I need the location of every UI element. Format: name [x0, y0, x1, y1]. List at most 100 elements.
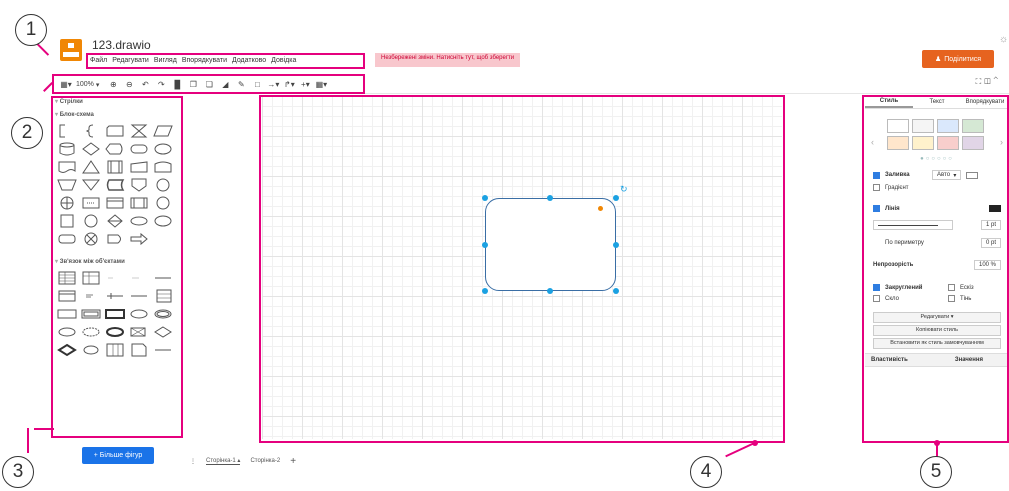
rotate-icon[interactable]: ↻	[620, 184, 628, 195]
er-label[interactable]	[81, 289, 101, 303]
er-one[interactable]	[105, 289, 125, 303]
swatch-blue[interactable]	[937, 119, 959, 133]
shape-parallelogram[interactable]	[153, 124, 173, 138]
resize-handle-s[interactable]	[547, 288, 553, 294]
line-pattern-select[interactable]	[873, 220, 953, 230]
shape-square[interactable]	[57, 214, 77, 228]
to-front-icon[interactable]: ❐	[187, 78, 199, 92]
fill-mode-select[interactable]: Авто ▾	[932, 170, 962, 180]
fill-color-swatch[interactable]	[966, 171, 979, 179]
shape-document[interactable]	[57, 160, 77, 174]
resize-handle-ne[interactable]	[613, 195, 619, 201]
swatch-prev-icon[interactable]: ‹	[871, 137, 874, 147]
section-flowchart[interactable]: Блок-схема	[51, 108, 181, 121]
menu-arrange[interactable]: Впорядкувати	[182, 57, 227, 69]
perimeter-input[interactable]: 0 pt	[980, 238, 1001, 248]
er-diamond-1[interactable]	[129, 325, 149, 339]
shape-display[interactable]	[105, 142, 125, 156]
menu-help[interactable]: Довідка	[271, 57, 296, 69]
er-table-1[interactable]	[57, 271, 77, 285]
waypoints-icon[interactable]: ↱▾	[283, 78, 295, 92]
glass-checkbox[interactable]	[873, 295, 880, 302]
shape-storage[interactable]	[105, 178, 125, 192]
tab-page-1[interactable]: Сторінка-1 ▴	[206, 457, 241, 465]
rounded-checkbox[interactable]	[873, 284, 880, 291]
swatch-purple[interactable]	[962, 136, 984, 150]
shape-lined-process[interactable]	[105, 196, 125, 210]
resize-handle-e[interactable]	[613, 242, 619, 248]
copy-style-button[interactable]: Копіювати стиль	[873, 325, 1001, 336]
menu-file[interactable]: Файл	[90, 57, 107, 69]
shape-ellipse-2[interactable]	[153, 214, 173, 228]
shape-curly-brace[interactable]	[81, 124, 101, 138]
er-oval-bold[interactable]	[105, 325, 125, 339]
shape-diamond[interactable]	[81, 142, 101, 156]
add-page-icon[interactable]: +	[290, 456, 296, 467]
sun-theme-icon[interactable]: ☼	[999, 34, 1008, 45]
er-oval-3[interactable]	[57, 325, 77, 339]
shape-trapezoid[interactable]	[57, 178, 77, 192]
swatch-orange[interactable]	[887, 136, 909, 150]
tab-arrange[interactable]: Впорядкувати	[961, 95, 1009, 108]
shape-circle-2[interactable]	[153, 196, 173, 210]
shadow-icon[interactable]: □	[251, 78, 263, 92]
shape-summing-junction[interactable]	[81, 232, 101, 246]
tab-page-2[interactable]: Сторінка-2	[250, 458, 280, 464]
shape-or[interactable]	[57, 196, 77, 210]
er-note[interactable]	[129, 343, 149, 357]
er-rect-2[interactable]	[81, 307, 101, 321]
swatch-white[interactable]	[887, 119, 909, 133]
more-shapes-button[interactable]: + Більше фігур	[82, 447, 154, 464]
shape-card-dash[interactable]	[81, 196, 101, 210]
document-title[interactable]: 123.drawio	[92, 38, 151, 52]
resize-handle-nw[interactable]	[482, 195, 488, 201]
shape-ellipse[interactable]	[153, 142, 173, 156]
er-rect-1[interactable]	[57, 307, 77, 321]
shape-rounded-rect[interactable]	[57, 232, 77, 246]
diagram-canvas[interactable]: ↻	[262, 96, 782, 439]
to-back-icon[interactable]: ❏	[203, 78, 215, 92]
unsaved-changes-notice[interactable]: Незбережені зміни. Натисніть тут, щоб зб…	[375, 53, 521, 67]
er-diamond-bold[interactable]	[57, 343, 77, 357]
insert-icon[interactable]: +▾	[299, 78, 311, 92]
view-toggle-icon[interactable]: ▦▾	[60, 78, 72, 92]
selected-rounded-rectangle[interactable]	[485, 198, 616, 291]
shadow-checkbox[interactable]	[948, 295, 955, 302]
er-entity[interactable]	[57, 289, 77, 303]
opacity-input[interactable]: 100 %	[973, 260, 1001, 270]
swatch-page-dots[interactable]: ●○○○○○	[865, 156, 1009, 162]
shape-tape[interactable]	[153, 160, 173, 174]
shape-merge[interactable]	[81, 178, 101, 192]
er-table-2[interactable]	[81, 271, 101, 285]
connection-icon[interactable]: →▾	[267, 78, 279, 92]
er-table-3[interactable]	[153, 289, 173, 303]
menu-extras[interactable]: Додатково	[232, 57, 266, 69]
redo-icon[interactable]: ↷	[155, 78, 167, 92]
er-rect-bold[interactable]	[105, 307, 125, 321]
zoom-select[interactable]: 100% ▾	[76, 78, 99, 92]
tab-style[interactable]: Стиль	[865, 95, 913, 108]
fullscreen-format-collapse-icons[interactable]: ⛶◫⌃	[976, 77, 1001, 87]
er-table-4[interactable]	[105, 343, 125, 357]
er-diamond-2[interactable]	[153, 325, 173, 339]
shape-terminator[interactable]	[129, 142, 149, 156]
fill-color-icon[interactable]: ◢	[219, 78, 231, 92]
er-oval-1[interactable]	[129, 307, 149, 321]
resize-handle-sw[interactable]	[482, 288, 488, 294]
swatch-green[interactable]	[962, 119, 984, 133]
edit-style-button[interactable]: Редагувати ▾	[873, 312, 1001, 323]
line-color-icon[interactable]: ✎	[235, 78, 247, 92]
share-button[interactable]: ♟ Поділитися	[922, 50, 994, 68]
undo-icon[interactable]: ↶	[139, 78, 151, 92]
section-entity-relation[interactable]: Зв'язок між об'єктами	[51, 255, 181, 268]
zoom-out-icon[interactable]: ⊖	[123, 78, 135, 92]
er-blank-2[interactable]	[129, 271, 149, 285]
resize-handle-se[interactable]	[613, 288, 619, 294]
er-blank-1[interactable]	[105, 271, 125, 285]
sketch-checkbox[interactable]	[948, 284, 955, 291]
tab-text[interactable]: Текст	[913, 95, 961, 108]
gradient-checkbox[interactable]	[873, 184, 880, 191]
corner-radius-handle[interactable]	[598, 206, 603, 211]
shape-delay[interactable]	[105, 232, 125, 246]
property-column[interactable]: Властивість	[871, 357, 908, 363]
